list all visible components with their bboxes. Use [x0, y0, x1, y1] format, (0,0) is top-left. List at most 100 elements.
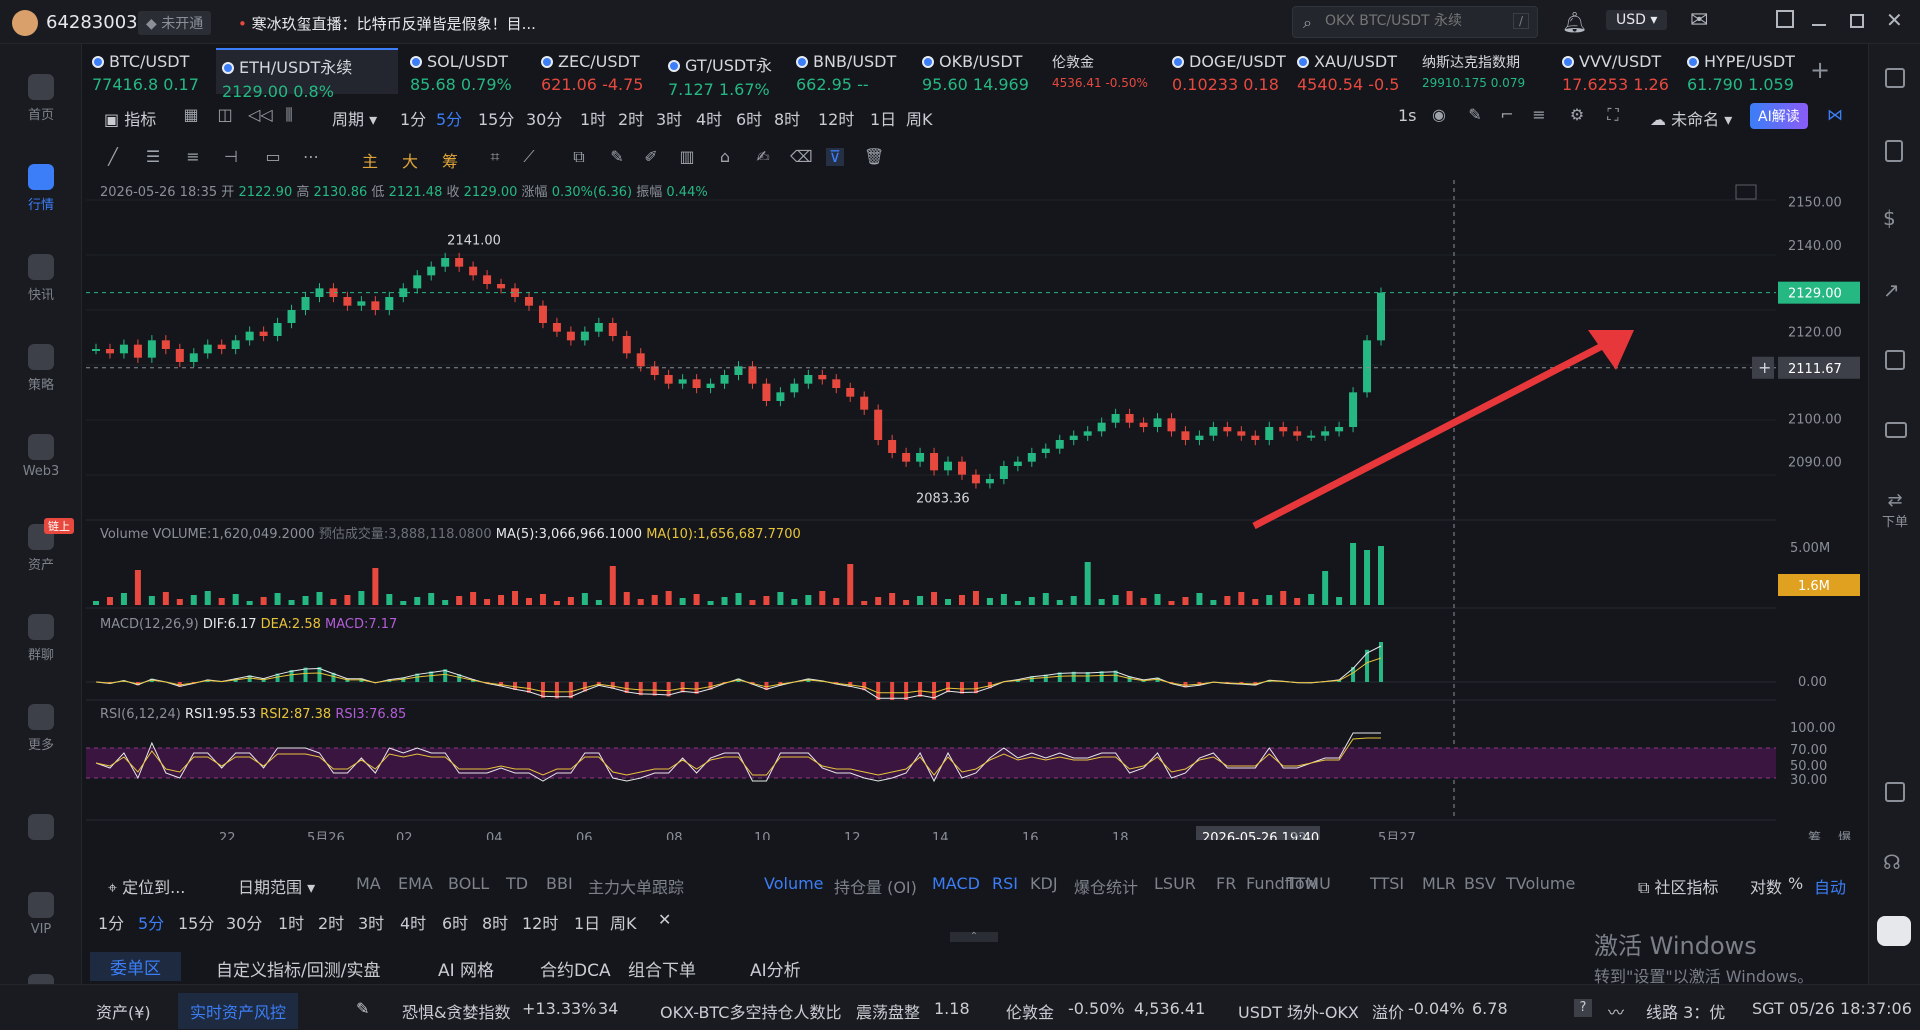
nav-item-4[interactable]: Web3: [0, 434, 82, 479]
mail-icon[interactable]: ✉: [1690, 8, 1708, 33]
bottom-tab-2[interactable]: AI 网格: [438, 956, 494, 981]
measure-icon[interactable]: ⟋: [520, 148, 538, 166]
sub-indicator-3[interactable]: RSI: [992, 874, 1018, 893]
ticker-0[interactable]: BTC/USDT 77416.8 0.17: [86, 48, 211, 94]
ticker-10[interactable]: 纳斯达克指数期 29910.175 0.079: [1416, 48, 1546, 94]
quick-period-8[interactable]: 6时: [442, 910, 468, 934]
sub-indicator-2[interactable]: MACD: [932, 874, 980, 893]
bottom-tab-5[interactable]: AI分析: [750, 956, 801, 981]
line-status[interactable]: 线路 3：优: [1646, 999, 1725, 1023]
nav-item-1[interactable]: 行情: [0, 164, 82, 213]
sub-indicator-12[interactable]: BSV: [1464, 874, 1496, 893]
community-indicator-button[interactable]: ⧉ 社区指标: [1638, 874, 1719, 898]
headset-icon[interactable]: ☊: [1883, 850, 1901, 874]
list-lines-icon[interactable]: ≡: [1530, 106, 1548, 124]
quick-period-7[interactable]: 4时: [400, 910, 426, 934]
maximize-icon[interactable]: [1850, 14, 1864, 28]
currency-select[interactable]: USD ▾: [1606, 10, 1668, 30]
price-axis[interactable]: [1776, 180, 1866, 840]
camera-icon[interactable]: ◉: [1430, 106, 1448, 124]
period-12[interactable]: 周K: [906, 106, 933, 130]
layout-icon[interactable]: ◫: [216, 106, 234, 124]
sub-indicator-9[interactable]: TTMU: [1286, 874, 1331, 893]
ticker-3[interactable]: ZEC/USDT 621.06 -4.75: [535, 48, 655, 94]
ticker-2[interactable]: SOL/USDT 85.68 0.79%: [404, 48, 528, 94]
quick-period-4[interactable]: 1时: [278, 910, 304, 934]
chart-up-icon[interactable]: ↗: [1883, 278, 1900, 302]
bottom-tab-3[interactable]: 合约DCA: [540, 956, 611, 981]
hline-tool-icon[interactable]: ⊣: [222, 148, 240, 166]
ruler-icon[interactable]: ▥: [678, 148, 696, 166]
pencil-icon[interactable]: ✎: [608, 148, 626, 166]
period-10[interactable]: 12时: [818, 106, 854, 130]
time-axis-right-label[interactable]: 筹: [1808, 830, 1821, 846]
ticker-4[interactable]: GT/USDT永 7.127 1.67%: [662, 48, 784, 99]
candle-type-icon[interactable]: ⫼: [280, 106, 298, 124]
draw-label-1[interactable]: 大: [402, 148, 418, 172]
period-9[interactable]: 8时: [774, 106, 800, 130]
chart-area[interactable]: 2026-05-26 18:35 开 2122.90 高 2130.86 低 2…: [86, 180, 1866, 848]
crop-icon[interactable]: ⌐: [1498, 106, 1516, 124]
quick-period-9[interactable]: 8时: [482, 910, 508, 934]
quick-period-0[interactable]: 1分: [98, 910, 124, 934]
chart-expand-icon[interactable]: [1735, 184, 1757, 200]
nav-item-3[interactable]: 策略: [0, 344, 82, 393]
ticker-9[interactable]: XAU/USDT 4540.54 -0.5: [1291, 48, 1409, 94]
share-icon[interactable]: ⋈: [1826, 106, 1844, 124]
dollar-icon[interactable]: $: [1883, 206, 1896, 230]
minimize-icon[interactable]: [1812, 24, 1826, 26]
nav-item-9[interactable]: VIP: [0, 892, 82, 937]
period-8[interactable]: 6时: [736, 106, 762, 130]
nav-item-2[interactable]: 快讯: [0, 254, 82, 303]
indicator-button[interactable]: ▣ 指标: [104, 106, 156, 130]
candlestick-chart[interactable]: 2026-05-26 18:35 开 2122.90 高 2130.86 低 2…: [86, 180, 1866, 848]
window-icon[interactable]: [1776, 10, 1794, 28]
bottom-tab-0[interactable]: 委单区: [90, 952, 181, 981]
search-box[interactable]: ⌕ /: [1292, 6, 1538, 38]
period-dropdown[interactable]: 周期 ▾: [332, 106, 377, 130]
sub-indicator-7[interactable]: FR: [1216, 874, 1236, 893]
ticker-11[interactable]: VVV/USDT 17.6253 1.26: [1556, 48, 1674, 94]
sub-indicator-4[interactable]: KDJ: [1030, 874, 1058, 893]
note-icon[interactable]: ✍: [754, 148, 772, 166]
eraser-icon[interactable]: ⌫: [790, 148, 813, 166]
sub-indicator-1[interactable]: 持仓量 (OI): [834, 874, 917, 898]
nav-item-0[interactable]: 首页: [0, 74, 82, 123]
draw-label-0[interactable]: 主: [362, 148, 378, 172]
locate-button[interactable]: ⌖ 定位到...: [108, 874, 185, 898]
bottom-tab-4[interactable]: 组合下单: [628, 956, 696, 981]
ticker-12[interactable]: HYPE/USDT 61.790 1.059: [1681, 48, 1806, 94]
bottom-tab-1[interactable]: 自定义指标/回测/实盘: [216, 956, 380, 981]
edit-icon[interactable]: ✎: [356, 999, 369, 1018]
settings-icon[interactable]: ⚙: [1568, 106, 1586, 124]
period-6[interactable]: 3时: [656, 106, 682, 130]
layout-name-dropdown[interactable]: ☁ 未命名 ▾: [1650, 106, 1732, 130]
assets-label[interactable]: 资产(¥): [96, 999, 151, 1023]
ticker-1[interactable]: ETH/USDT永续 2129.00 0.8%: [216, 48, 398, 101]
period-11[interactable]: 1日: [870, 106, 896, 130]
quick-period-2[interactable]: 15分: [178, 910, 214, 934]
document-icon[interactable]: [1885, 140, 1903, 162]
more-tools-icon[interactable]: ⋯: [302, 148, 320, 166]
search-input[interactable]: [1325, 13, 1495, 29]
bell-icon[interactable]: 🔔︎: [1562, 10, 1587, 34]
account-badge[interactable]: ◆ 未开通: [138, 11, 212, 35]
ticker-7[interactable]: 伦敦金 4536.41 -0.50%: [1046, 48, 1160, 94]
period-3[interactable]: 30分: [526, 106, 562, 130]
quick-period-1[interactable]: 5分: [138, 910, 164, 934]
main-indicator-4[interactable]: BBI: [546, 874, 573, 893]
period-2[interactable]: 15分: [478, 106, 514, 130]
line-tool-icon[interactable]: ╱: [104, 148, 122, 166]
help-icon[interactable]: ?: [1574, 999, 1592, 1017]
period-5[interactable]: 2时: [618, 106, 644, 130]
quick-period-5[interactable]: 2时: [318, 910, 344, 934]
date-range-dropdown[interactable]: 日期范围 ▾: [238, 874, 315, 898]
chart-box-icon[interactable]: [1885, 350, 1905, 370]
main-indicator-5[interactable]: 主力大单跟踪: [588, 874, 684, 898]
copy-icon[interactable]: ⧉: [570, 148, 588, 166]
axis-auto-toggle[interactable]: 自动: [1814, 874, 1846, 898]
quick-period-10[interactable]: 12时: [522, 910, 558, 934]
close-icon[interactable]: ✕: [1886, 8, 1903, 32]
order-button[interactable]: ⇄ 下单: [1877, 490, 1913, 530]
nav-item-7[interactable]: 更多: [0, 704, 82, 753]
